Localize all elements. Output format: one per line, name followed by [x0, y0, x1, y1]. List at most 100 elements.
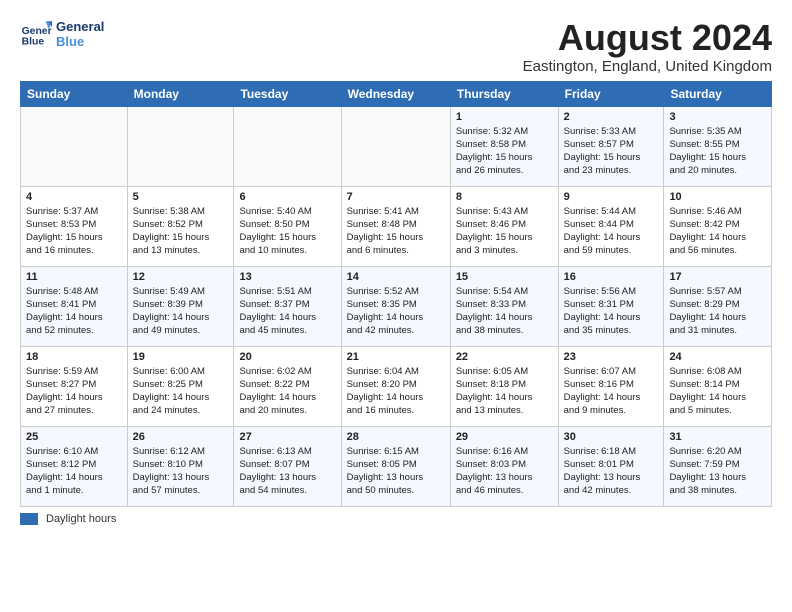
day-cell: 24 Sunrise: 6:08 AM Sunset: 8:14 PM Dayli…: [664, 346, 772, 426]
day-cell: 22Sunrise: 6:05 AM Sunset: 8:18 PM Dayli…: [450, 346, 558, 426]
location-title: Eastington, England, United Kingdom: [523, 58, 772, 75]
day-info: Sunrise: 6:00 AM Sunset: 8:25 PM Dayligh…: [133, 365, 229, 418]
day-info: Sunrise: 5:40 AM Sunset: 8:50 PM Dayligh…: [239, 205, 335, 258]
day-number: 28: [347, 431, 445, 443]
day-info: Sunrise: 6:18 AM Sunset: 8:01 PM Dayligh…: [564, 445, 659, 498]
day-info: Sunrise: 6:02 AM Sunset: 8:22 PM Dayligh…: [239, 365, 335, 418]
day-number: 9: [564, 191, 659, 203]
day-number: 31: [669, 431, 766, 443]
day-cell: 11Sunrise: 5:48 AM Sunset: 8:41 PM Dayli…: [21, 266, 128, 346]
calendar-table: SundayMondayTuesdayWednesdayThursdayFrid…: [20, 81, 772, 507]
day-info: Sunrise: 6:07 AM Sunset: 8:16 PM Dayligh…: [564, 365, 659, 418]
day-info: Sunrise: 5:54 AM Sunset: 8:33 PM Dayligh…: [456, 285, 553, 338]
day-number: 18: [26, 351, 122, 363]
day-info: Sunrise: 5:38 AM Sunset: 8:52 PM Dayligh…: [133, 205, 229, 258]
day-cell: 30 Sunrise: 6:18 AM Sunset: 8:01 PM Dayli…: [558, 426, 664, 506]
day-cell: 29 Sunrise: 6:16 AM Sunset: 8:03 PM Dayli…: [450, 426, 558, 506]
day-cell: 27Sunrise: 6:13 AM Sunset: 8:07 PM Dayli…: [234, 426, 341, 506]
day-info: Sunrise: 5:59 AM Sunset: 8:27 PM Dayligh…: [26, 365, 122, 418]
legend-label: Daylight hours: [46, 513, 116, 525]
day-number: 3: [669, 111, 766, 123]
day-number: 5: [133, 191, 229, 203]
day-info: Sunrise: 5:51 AM Sunset: 8:37 PM Dayligh…: [239, 285, 335, 338]
day-cell: 12Sunrise: 5:49 AM Sunset: 8:39 PM Dayli…: [127, 266, 234, 346]
logo-icon: General Blue: [20, 18, 52, 50]
day-cell: 23Sunrise: 6:07 AM Sunset: 8:16 PM Dayli…: [558, 346, 664, 426]
day-cell: 31Sunrise: 6:20 AM Sunset: 7:59 PM Dayli…: [664, 426, 772, 506]
page: General Blue General Blue August 2024 Ea…: [0, 0, 792, 537]
weekday-wednesday: Wednesday: [341, 81, 450, 106]
day-info: Sunrise: 6:10 AM Sunset: 8:12 PM Dayligh…: [26, 445, 122, 498]
weekday-monday: Monday: [127, 81, 234, 106]
day-info: Sunrise: 6:04 AM Sunset: 8:20 PM Dayligh…: [347, 365, 445, 418]
day-number: 26: [133, 431, 229, 443]
day-number: 20: [239, 351, 335, 363]
day-number: 10: [669, 191, 766, 203]
day-cell: 20 Sunrise: 6:02 AM Sunset: 8:22 PM Dayli…: [234, 346, 341, 426]
day-number: 30: [564, 431, 659, 443]
weekday-header-row: SundayMondayTuesdayWednesdayThursdayFrid…: [21, 81, 772, 106]
day-number: 14: [347, 271, 445, 283]
day-info: Sunrise: 6:16 AM Sunset: 8:03 PM Dayligh…: [456, 445, 553, 498]
weekday-friday: Friday: [558, 81, 664, 106]
day-cell: 26 Sunrise: 6:12 AM Sunset: 8:10 PM Dayli…: [127, 426, 234, 506]
day-number: 19: [133, 351, 229, 363]
day-number: 17: [669, 271, 766, 283]
day-cell: 21 Sunrise: 6:04 AM Sunset: 8:20 PM Dayli…: [341, 346, 450, 426]
day-info: Sunrise: 5:37 AM Sunset: 8:53 PM Dayligh…: [26, 205, 122, 258]
day-number: 29: [456, 431, 553, 443]
day-cell: 15 Sunrise: 5:54 AM Sunset: 8:33 PM Dayli…: [450, 266, 558, 346]
svg-text:Blue: Blue: [22, 36, 45, 47]
day-cell: 14 Sunrise: 5:52 AM Sunset: 8:35 PM Dayli…: [341, 266, 450, 346]
week-row-0: 1 Sunrise: 5:32 AM Sunset: 8:58 PM Daylig…: [21, 106, 772, 186]
day-info: Sunrise: 5:46 AM Sunset: 8:42 PM Dayligh…: [669, 205, 766, 258]
logo: General Blue General Blue: [20, 18, 104, 50]
day-cell: 5 Sunrise: 5:38 AM Sunset: 8:52 PM Daylig…: [127, 186, 234, 266]
day-cell: [341, 106, 450, 186]
day-cell: 7 Sunrise: 5:41 AM Sunset: 8:48 PM Daylig…: [341, 186, 450, 266]
day-info: Sunrise: 5:35 AM Sunset: 8:55 PM Dayligh…: [669, 125, 766, 178]
day-cell: 25Sunrise: 6:10 AM Sunset: 8:12 PM Dayli…: [21, 426, 128, 506]
day-number: 8: [456, 191, 553, 203]
day-number: 24: [669, 351, 766, 363]
day-cell: 6Sunrise: 5:40 AM Sunset: 8:50 PM Daylig…: [234, 186, 341, 266]
day-cell: [127, 106, 234, 186]
day-number: 21: [347, 351, 445, 363]
weekday-sunday: Sunday: [21, 81, 128, 106]
day-cell: 28 Sunrise: 6:15 AM Sunset: 8:05 PM Dayli…: [341, 426, 450, 506]
svg-text:General: General: [22, 26, 52, 37]
week-row-2: 11Sunrise: 5:48 AM Sunset: 8:41 PM Dayli…: [21, 266, 772, 346]
day-cell: 1 Sunrise: 5:32 AM Sunset: 8:58 PM Daylig…: [450, 106, 558, 186]
day-info: Sunrise: 5:41 AM Sunset: 8:48 PM Dayligh…: [347, 205, 445, 258]
day-number: 13: [239, 271, 335, 283]
day-cell: 10 Sunrise: 5:46 AM Sunset: 8:42 PM Dayli…: [664, 186, 772, 266]
day-cell: 18 Sunrise: 5:59 AM Sunset: 8:27 PM Dayli…: [21, 346, 128, 426]
day-info: Sunrise: 6:08 AM Sunset: 8:14 PM Dayligh…: [669, 365, 766, 418]
day-info: Sunrise: 5:52 AM Sunset: 8:35 PM Dayligh…: [347, 285, 445, 338]
weekday-thursday: Thursday: [450, 81, 558, 106]
day-info: Sunrise: 5:32 AM Sunset: 8:58 PM Dayligh…: [456, 125, 553, 178]
day-number: 7: [347, 191, 445, 203]
weekday-tuesday: Tuesday: [234, 81, 341, 106]
header: General Blue General Blue August 2024 Ea…: [20, 18, 772, 75]
day-cell: [234, 106, 341, 186]
day-info: Sunrise: 5:57 AM Sunset: 8:29 PM Dayligh…: [669, 285, 766, 338]
day-info: Sunrise: 5:56 AM Sunset: 8:31 PM Dayligh…: [564, 285, 659, 338]
day-info: Sunrise: 6:12 AM Sunset: 8:10 PM Dayligh…: [133, 445, 229, 498]
weekday-saturday: Saturday: [664, 81, 772, 106]
day-number: 15: [456, 271, 553, 283]
day-cell: 4 Sunrise: 5:37 AM Sunset: 8:53 PM Daylig…: [21, 186, 128, 266]
day-number: 4: [26, 191, 122, 203]
day-info: Sunrise: 6:15 AM Sunset: 8:05 PM Dayligh…: [347, 445, 445, 498]
day-info: Sunrise: 5:43 AM Sunset: 8:46 PM Dayligh…: [456, 205, 553, 258]
calendar-body: 1 Sunrise: 5:32 AM Sunset: 8:58 PM Daylig…: [21, 106, 772, 506]
day-info: Sunrise: 6:05 AM Sunset: 8:18 PM Dayligh…: [456, 365, 553, 418]
day-cell: 3 Sunrise: 5:35 AM Sunset: 8:55 PM Daylig…: [664, 106, 772, 186]
month-title: August 2024: [523, 18, 772, 58]
day-number: 1: [456, 111, 553, 123]
day-cell: 2Sunrise: 5:33 AM Sunset: 8:57 PM Daylig…: [558, 106, 664, 186]
day-info: Sunrise: 6:13 AM Sunset: 8:07 PM Dayligh…: [239, 445, 335, 498]
day-info: Sunrise: 5:44 AM Sunset: 8:44 PM Dayligh…: [564, 205, 659, 258]
legend-color: [20, 513, 38, 525]
week-row-4: 25Sunrise: 6:10 AM Sunset: 8:12 PM Dayli…: [21, 426, 772, 506]
